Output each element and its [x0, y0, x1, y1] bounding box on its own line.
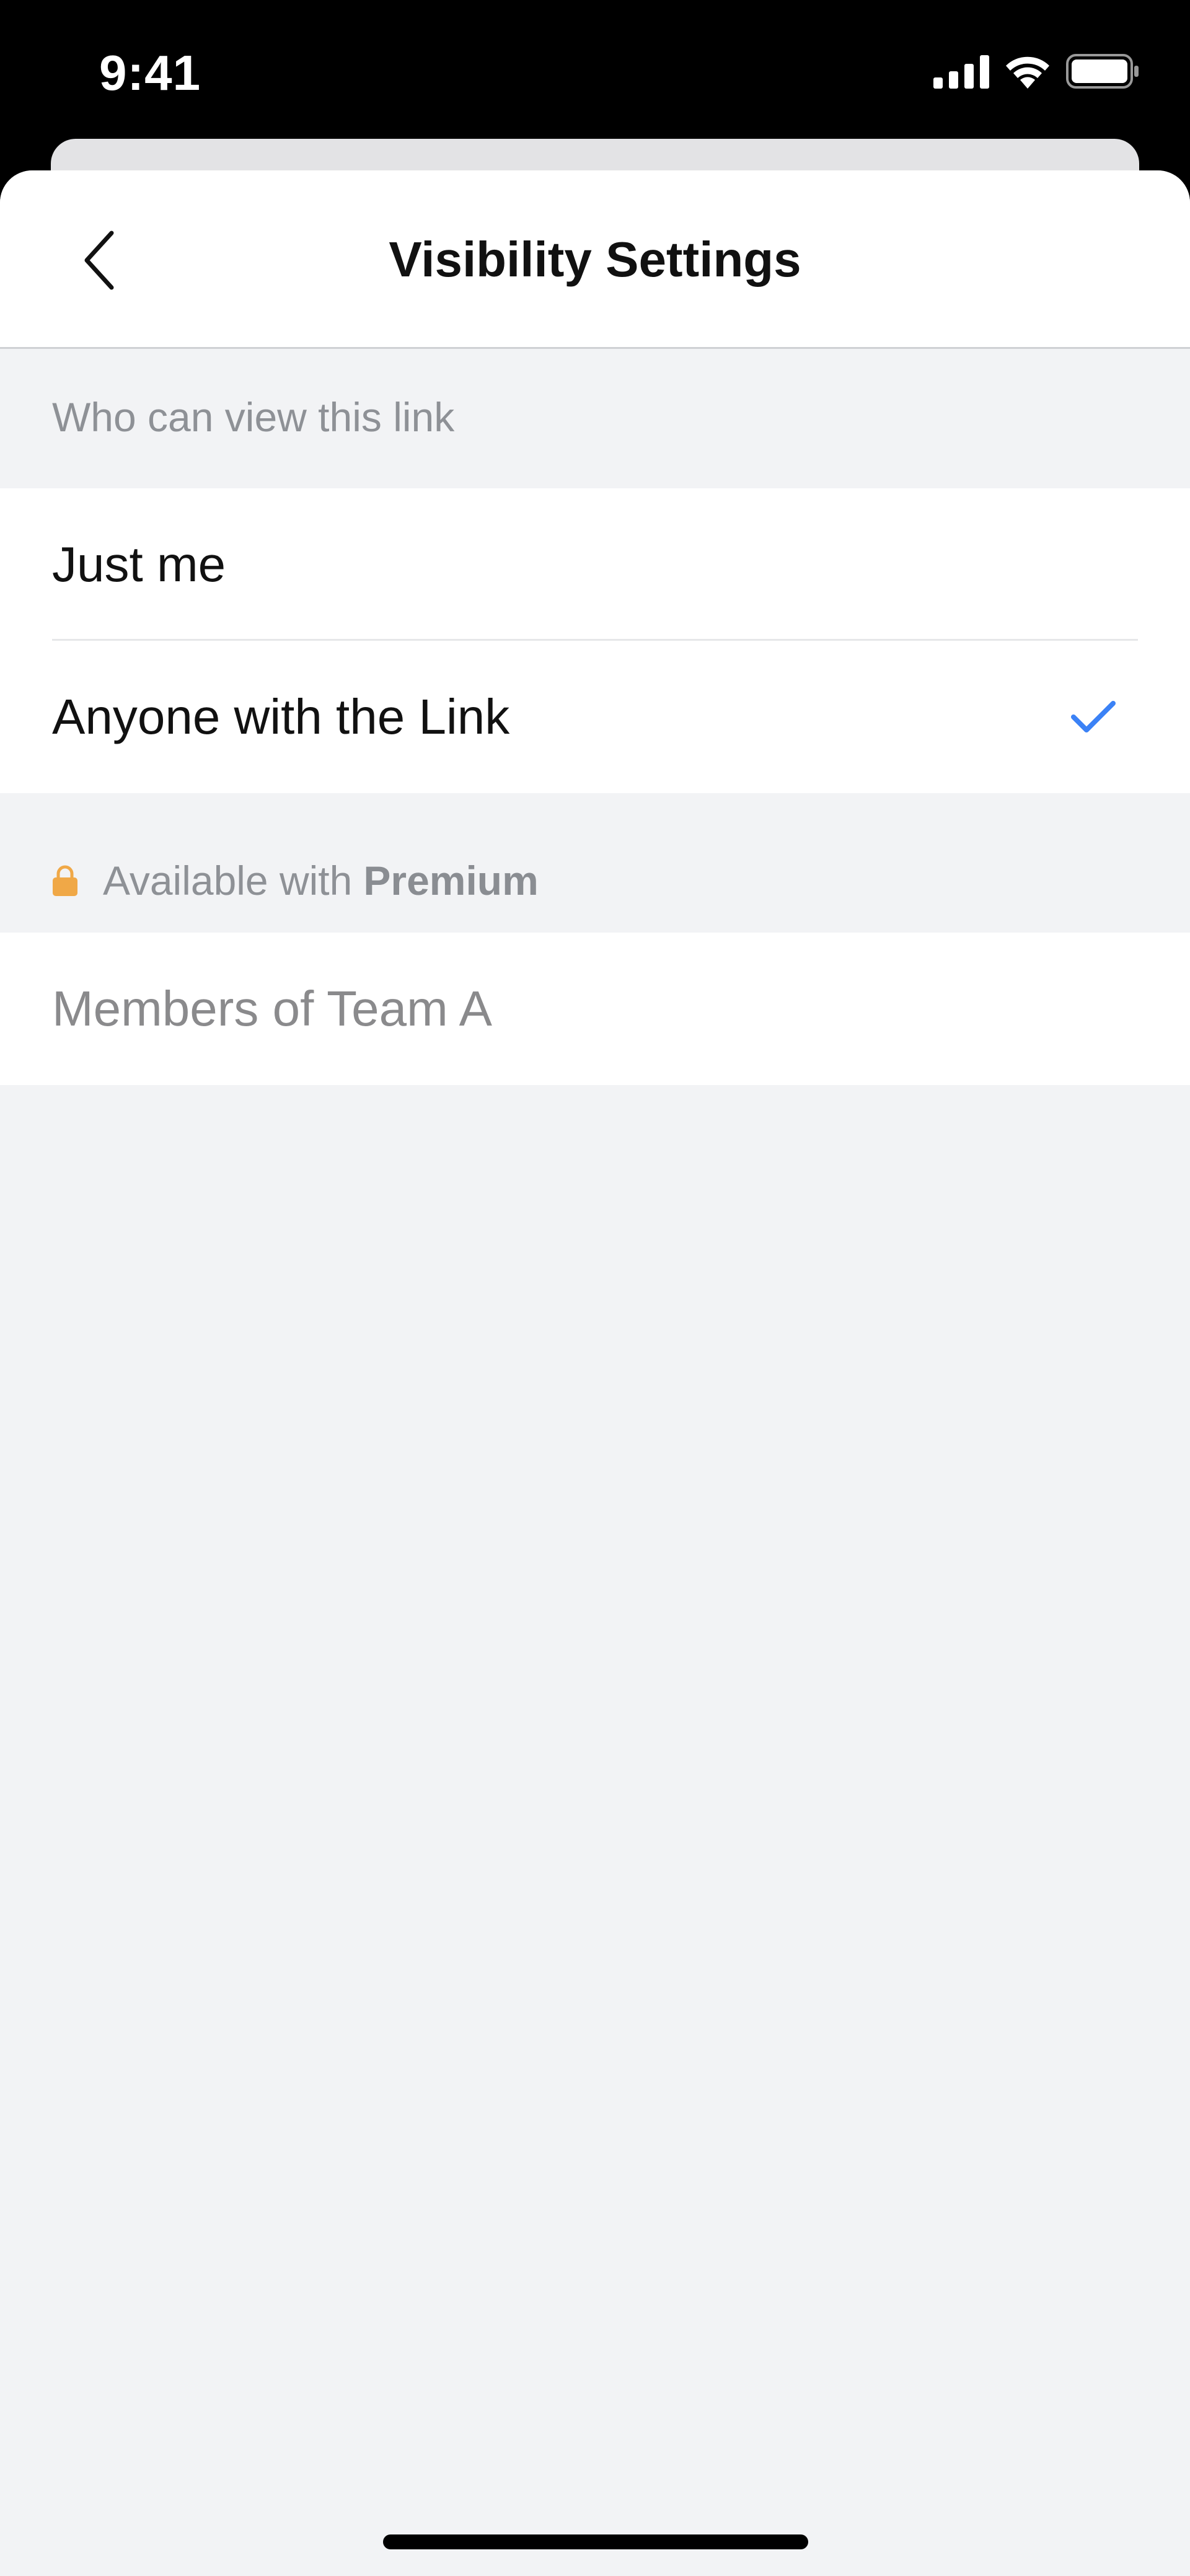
- option-anyone-with-link[interactable]: Anyone with the Link: [0, 641, 1190, 793]
- option-label: Just me: [52, 537, 226, 592]
- premium-header-emphasis: Premium: [363, 858, 539, 903]
- option-just-me[interactable]: Just me: [0, 488, 1190, 641]
- page-title: Visibility Settings: [389, 232, 801, 287]
- option-label: Members of Team A: [52, 981, 492, 1036]
- wifi-icon: [1006, 56, 1049, 89]
- lock-icon: [53, 865, 77, 896]
- option-label: Anyone with the Link: [52, 689, 510, 744]
- option-members-of-team-a[interactable]: Members of Team A: [0, 933, 1190, 1085]
- status-bar: 9:41: [0, 0, 1190, 143]
- chevron-left-icon: [84, 231, 114, 290]
- section-header-premium: Available with Premium: [52, 857, 539, 904]
- premium-header-prefix: Available with: [103, 858, 353, 903]
- status-time: 9:41: [99, 45, 201, 100]
- home-indicator: [383, 2534, 808, 2549]
- back-button[interactable]: [68, 223, 130, 297]
- selected-indicator: [1070, 641, 1117, 793]
- status-icons: [933, 53, 1140, 90]
- section-header-who-can-view: Who can view this link: [52, 394, 455, 440]
- cellular-signal-icon: [933, 55, 989, 89]
- visibility-options-group: Just me Anyone with the Link: [0, 488, 1190, 793]
- checkmark-icon: [1071, 701, 1116, 732]
- premium-options-group: Members of Team A: [0, 933, 1190, 1085]
- navigation-bar: Visibility Settings: [0, 170, 1190, 349]
- battery-icon: [1066, 54, 1139, 89]
- visibility-settings-sheet: Visibility Settings Who can view this li…: [0, 170, 1190, 2576]
